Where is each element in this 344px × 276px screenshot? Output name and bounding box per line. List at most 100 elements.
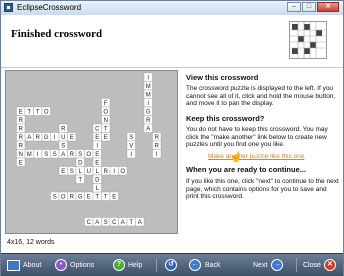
grid-letter: C [95,127,100,133]
page-title: Finished crossword [11,28,103,40]
grid-letter: G [44,135,49,141]
grid-letter: C [112,220,117,226]
keep-heading: Keep this crossword? [186,114,265,123]
make-another-link[interactable]: Make another puzzle like this one [208,153,304,161]
grid-letter: S [53,152,57,158]
help-icon: ? [113,259,125,271]
grid-letter: R [36,135,41,141]
grid-letter: A [27,135,31,141]
grid-letter: S [61,144,65,150]
crossword-preview[interactable]: ETTOARGIUEMISSARSOESLULRIOSORGETTECASCAT… [5,70,178,234]
help-label: Help [128,261,143,269]
grid-letter: T [36,110,40,116]
options-label: Options [70,261,95,269]
about-icon [7,259,20,271]
grid-letter: A [61,152,65,158]
close-button[interactable]: Close ✕ [303,257,336,273]
history-button[interactable]: ↺ [165,257,177,273]
grid-letter: O [44,110,49,116]
grid-letter: R [70,152,75,158]
grid-letter: C [87,220,92,226]
grid-letter: R [19,144,24,150]
grid-letter: S [104,220,108,226]
grid-letter: S [129,135,133,141]
grid-letter: M [146,93,151,99]
grid-letter: N [104,118,108,124]
close-window-button[interactable]: ✕ [317,2,339,12]
grid-letter: O [61,195,66,201]
grid-letter: D [95,178,100,184]
about-button[interactable]: About [7,257,41,273]
grid-letter: A [146,127,150,133]
ready-text: If you like this one, click "next" to co… [186,178,339,201]
grid-letter: E [95,161,99,167]
grid-letter: S [70,169,74,175]
grid-letter: T [129,220,133,226]
content-area: ETTOARGIUEMISSARSOESLULRIOSORGETTECASCAT… [1,68,343,234]
separator [296,258,297,272]
view-text: The crossword puzzle is displayed to the… [186,85,336,108]
grid-letter: M [146,84,151,90]
next-arrow-icon: → [271,259,284,271]
view-heading: View this crossword [186,73,259,82]
ready-heading: When you are ready to continue... [186,165,307,174]
options-icon: • [55,259,67,271]
grid-letter: E [19,161,23,167]
window-title: EclipseCrossword [17,3,82,12]
grid-letter: E [95,135,99,141]
grid-letter: D [78,161,83,167]
minimize-button[interactable]: – [287,2,301,12]
grid-letter: S [53,195,57,201]
grid-letter: E [87,195,91,201]
close-icon: ✕ [323,259,336,271]
grid-letter: R [70,195,75,201]
button-bar: About • Options ? Help ↺ ← Back Next → C… [1,253,343,276]
grid-letter: M [27,152,32,158]
grid-letter: E [19,110,23,116]
grid-letter: U [87,169,91,175]
grid-letter: E [95,152,99,158]
grid-letter: E [104,135,108,141]
grid-letter: N [19,152,23,158]
close-label: Close [303,261,321,269]
instructions-panel: View this crossword The crossword puzzle… [182,70,342,234]
grid-letter: R [19,127,24,133]
back-arrow-icon: ← [189,259,201,271]
maximize-button[interactable]: □ [302,2,316,12]
grid-letter: R [104,169,109,175]
grid-letter: R [155,144,160,150]
grid-letter: G [146,110,151,116]
grid-letter: O [86,152,91,158]
grid-letter: F [104,101,108,107]
separator [156,258,157,272]
status-text: 4x16, 12 words [7,239,55,246]
options-button[interactable]: • Options [55,257,94,273]
grid-letter: E [70,135,74,141]
grid-letter: U [61,135,65,141]
grid-letter: R [19,135,24,141]
history-icon: ↺ [165,259,177,271]
grid-letter: E [112,195,116,201]
grid-letter: T [95,195,99,201]
grid-letter: A [138,220,142,226]
back-label: Back [205,261,221,269]
page-header: Finished crossword [1,15,343,68]
about-label: About [23,261,42,269]
grid-letter: A [121,220,125,226]
grid-letter: V [129,144,133,150]
next-button[interactable]: Next → [253,257,284,273]
grid-letter: T [78,178,82,184]
title-bar[interactable]: EclipseCrossword – □ ✕ [1,1,343,16]
grid-letter: R [19,118,24,124]
grid-letter: S [78,152,82,158]
help-button[interactable]: ? Help [113,257,142,273]
grid-letter: O [120,169,125,175]
crossword-window: EclipseCrossword – □ ✕ Finished crosswor… [0,0,344,276]
hand-cursor-icon: ☝ [230,152,243,163]
window-controls: – □ ✕ [286,2,339,13]
grid-letter: S [44,152,48,158]
grid-letter: R [61,127,66,133]
next-label: Next [253,261,268,269]
back-button[interactable]: ← Back [189,257,221,273]
grid-letter: R [146,118,151,124]
